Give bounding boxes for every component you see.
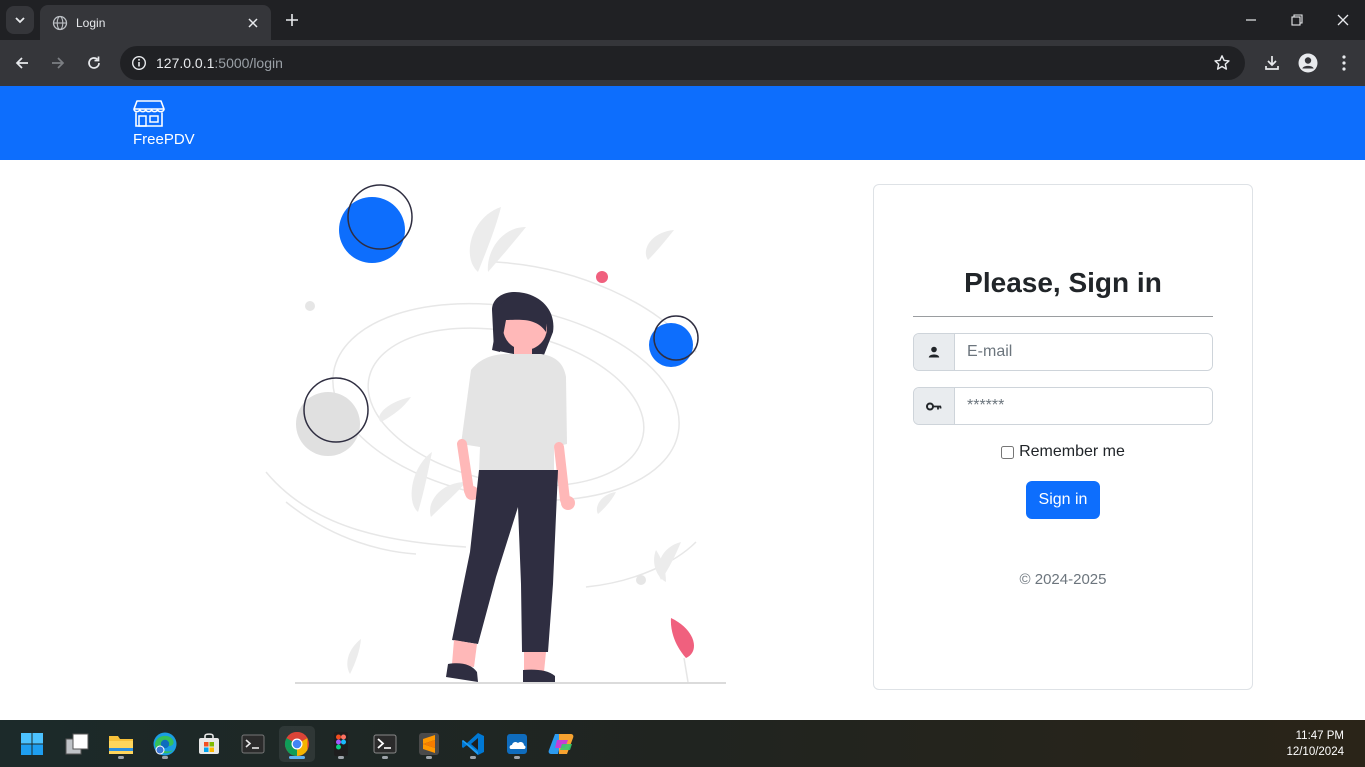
more-vertical-icon (1342, 55, 1346, 71)
figma-button[interactable] (323, 726, 359, 762)
minimize-button[interactable] (1228, 0, 1274, 40)
powershell-button[interactable] (367, 726, 403, 762)
figma-icon (334, 732, 348, 756)
brand-name: FreePDV (133, 131, 195, 148)
back-button[interactable] (9, 50, 35, 76)
onedrive-button[interactable] (499, 726, 535, 762)
forward-button[interactable] (45, 50, 71, 76)
windows-taskbar: 11:47 PM 12/10/2024 (0, 720, 1365, 767)
email-field[interactable] (955, 334, 1212, 370)
edge-button[interactable] (147, 726, 183, 762)
key-icon (926, 402, 942, 410)
new-tab-button[interactable] (282, 10, 302, 30)
person-standing-illustration (265, 184, 726, 684)
terminal-button[interactable] (235, 726, 271, 762)
close-icon (1337, 14, 1349, 26)
sublime-text-icon (419, 733, 439, 755)
person-icon (928, 346, 940, 358)
shop-icon (133, 100, 165, 127)
chrome-icon (284, 732, 309, 756)
app-navbar: FreePDV (0, 86, 1365, 160)
tab-close-icon[interactable] (245, 15, 261, 31)
running-indicator (338, 756, 344, 759)
heading-divider (913, 316, 1213, 317)
terminal-icon (241, 734, 265, 754)
url-path: :5000/login (214, 55, 283, 71)
running-indicator (118, 756, 124, 759)
globe-icon (52, 15, 68, 31)
browser-toolbar: 127.0.0.1:5000/login (0, 40, 1365, 86)
sign-in-button[interactable]: Sign in (1026, 481, 1100, 519)
restore-button[interactable] (1274, 0, 1320, 40)
windows-start-icon (21, 733, 43, 755)
remember-me-checkbox[interactable] (1001, 445, 1015, 459)
email-addon (914, 334, 955, 370)
login-heading: Please, Sign in (964, 267, 1162, 298)
chrome-menu-button[interactable] (1331, 50, 1357, 76)
address-bar[interactable]: 127.0.0.1:5000/login (120, 46, 1245, 80)
close-window-button[interactable] (1320, 0, 1365, 40)
chevron-down-icon (15, 17, 25, 24)
url-text: 127.0.0.1:5000/login (156, 55, 283, 71)
site-info-icon[interactable] (122, 46, 156, 80)
download-icon (1265, 56, 1279, 70)
chrome-button[interactable] (279, 726, 315, 762)
edge-icon (153, 732, 177, 756)
file-explorer-icon (109, 736, 133, 754)
remember-me-text: Remember me (1019, 443, 1125, 460)
clock-date: 12/10/2024 (1286, 746, 1344, 758)
arrow-left-icon (15, 57, 28, 69)
copyright-text: © 2024-2025 (1019, 571, 1107, 588)
email-input-group (913, 333, 1213, 371)
windows-start-button[interactable] (14, 726, 50, 762)
reload-icon (88, 56, 100, 69)
page-content: FreePDV Please, Sign in E-mail Remember … (0, 86, 1365, 720)
running-indicator (382, 756, 388, 759)
brand-link[interactable]: FreePDV (133, 98, 195, 148)
copilot-icon (548, 734, 574, 754)
profile-avatar-icon (1298, 53, 1318, 73)
task-view-button[interactable] (59, 726, 95, 762)
password-input-group (913, 387, 1213, 425)
running-indicator (514, 756, 520, 759)
running-indicator (162, 756, 168, 759)
store-icon (199, 733, 219, 754)
url-host: 127.0.0.1 (156, 55, 215, 71)
browser-tab[interactable]: Login (40, 5, 271, 40)
system-clock[interactable]: 11:47 PM 12/10/2024 (1286, 728, 1344, 760)
store-button[interactable] (191, 726, 227, 762)
restore-icon (1291, 14, 1303, 26)
login-card: Please, Sign in Remember me Sign in © 20… (873, 184, 1253, 690)
password-field[interactable] (955, 388, 1212, 424)
active-indicator (289, 756, 305, 759)
sublime-text-button[interactable] (411, 726, 447, 762)
powershell-icon (373, 734, 397, 754)
arrow-right-icon (52, 57, 65, 69)
running-indicator (426, 756, 432, 759)
minimize-icon (1246, 19, 1256, 21)
plus-icon (286, 14, 298, 26)
reload-button[interactable] (81, 50, 107, 76)
tab-title: Login (76, 15, 106, 30)
clock-time: 11:47 PM (1295, 730, 1344, 742)
running-indicator (470, 756, 476, 759)
downloads-button[interactable] (1259, 50, 1285, 76)
task-view-icon (65, 733, 89, 755)
bookmark-star-icon[interactable] (1213, 54, 1231, 72)
file-explorer-button[interactable] (103, 726, 139, 762)
tab-search-button[interactable] (6, 6, 34, 34)
browser-tab-bar: Login (0, 0, 1365, 40)
remember-me-label[interactable]: Remember me (874, 443, 1252, 461)
vscode-icon (462, 733, 484, 755)
password-addon (914, 388, 955, 424)
profile-button[interactable] (1295, 50, 1321, 76)
onedrive-icon (507, 734, 527, 754)
vscode-button[interactable] (455, 726, 491, 762)
copilot-button[interactable] (543, 726, 579, 762)
